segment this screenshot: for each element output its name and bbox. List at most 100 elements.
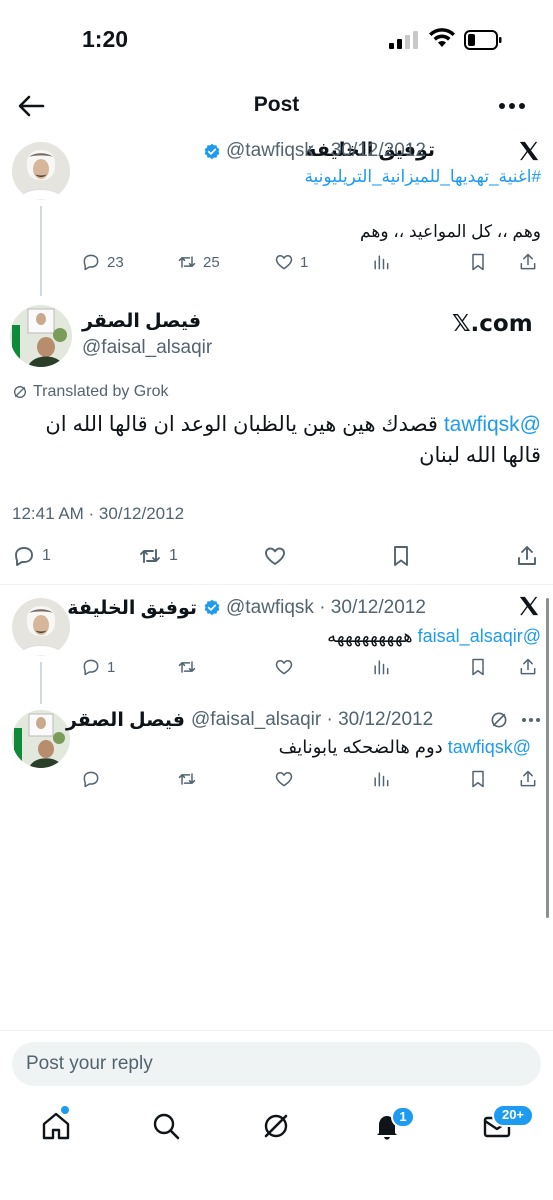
like-button[interactable]: [274, 657, 294, 677]
reply-icon: [15, 547, 33, 566]
retweet-count: 25: [203, 253, 220, 271]
grok-icon: [14, 386, 26, 398]
battery-icon: [464, 30, 502, 50]
hashtag-link[interactable]: #اغنية_تهديها_للميزانية_التريليونية: [304, 167, 541, 187]
wifi-icon: [429, 28, 455, 47]
reply-button[interactable]: 1: [12, 544, 51, 568]
share-icon: [518, 546, 536, 565]
reply-icon: [83, 254, 99, 271]
thread-line: [40, 662, 42, 704]
analytics-icon: [374, 772, 389, 787]
reply-count: 1: [42, 547, 51, 564]
bookmark-button[interactable]: [468, 252, 488, 272]
grok-icon[interactable]: [489, 710, 509, 730]
heart-icon: [265, 547, 285, 565]
notifications-badge: 1: [391, 1106, 415, 1128]
reply-button[interactable]: 23: [81, 252, 124, 272]
author-handle[interactable]: @faisal_alsaqir: [191, 709, 321, 730]
tweet-text: وهم ،، كل المواعيد ،، وهم: [360, 222, 541, 241]
share-icon: [520, 658, 536, 675]
bookmark-button[interactable]: [389, 544, 413, 568]
bookmark-icon: [472, 253, 484, 271]
translated-label: Translated by Grok: [33, 383, 169, 400]
more-options-icon[interactable]: [520, 713, 542, 727]
author-handle[interactable]: @tawfiqsk: [226, 597, 314, 618]
avatar[interactable]: [12, 710, 70, 768]
divider: [0, 584, 553, 585]
x-logo-icon: [519, 596, 539, 616]
like-button[interactable]: [274, 769, 294, 789]
author-name[interactable]: فيصل الصقر: [66, 709, 185, 732]
share-button[interactable]: [518, 769, 538, 789]
reply-count: 23: [107, 253, 124, 271]
like-button[interactable]: 1: [274, 252, 308, 272]
tweet-date: · 30/12/2012: [319, 597, 426, 618]
share-button[interactable]: [518, 657, 538, 677]
grok-icon[interactable]: [260, 1110, 292, 1142]
share-icon: [520, 770, 536, 787]
avatar[interactable]: [12, 598, 70, 656]
retweet-icon: [178, 773, 196, 785]
bookmark-icon: [472, 770, 484, 788]
translated-by-grok[interactable]: Translated by Grok: [12, 383, 168, 401]
cellular-signal-icon: [389, 31, 418, 49]
verified-badge-icon: [204, 599, 220, 616]
retweet-button[interactable]: 25: [177, 252, 220, 272]
tweet-text: @faisal_alsaqir هههههههههه: [327, 626, 541, 647]
scrollbar[interactable]: [546, 598, 549, 918]
x-logo-icon: [519, 141, 539, 161]
author-handle-date: @tawfiqsk · 30/12/2012: [226, 140, 426, 162]
share-icon: [520, 253, 536, 270]
author-name[interactable]: توفيق الخليفة: [67, 597, 197, 620]
mention-link[interactable]: @tawfiqsk: [444, 413, 541, 436]
author-handle[interactable]: @tawfiqsk: [226, 140, 314, 161]
reply-button[interactable]: [81, 769, 101, 789]
avatar[interactable]: [12, 142, 70, 200]
verified-badge-icon: [204, 143, 220, 160]
share-button[interactable]: [515, 544, 539, 568]
reply-icon: [83, 771, 99, 788]
retweet-icon: [178, 256, 196, 268]
tweet-body: هههههههههه: [327, 626, 413, 646]
retweet-button[interactable]: [177, 769, 197, 789]
retweet-button[interactable]: [177, 657, 197, 677]
views-button[interactable]: [371, 252, 391, 272]
search-icon[interactable]: [150, 1110, 182, 1142]
thread-line: [40, 206, 42, 296]
home-icon[interactable]: [40, 1110, 72, 1142]
reply-button[interactable]: 1: [81, 657, 115, 677]
reply-count: 1: [107, 658, 116, 676]
tweet-date: · 30/12/2012: [326, 709, 434, 730]
analytics-icon: [374, 660, 389, 675]
retweet-button[interactable]: 1: [137, 544, 178, 568]
analytics-icon: [374, 255, 389, 270]
author-handle-date: @faisal_alsaqir · 30/12/2012: [191, 709, 433, 731]
divider: [0, 1030, 553, 1031]
mention-link[interactable]: @faisal_alsaqir: [418, 626, 541, 646]
tweet-date: · 30/12/2012: [319, 140, 426, 161]
bookmark-icon: [472, 658, 484, 676]
messages-badge: 20+: [492, 1104, 534, 1127]
mention-link[interactable]: @tawfiqsk: [448, 737, 531, 757]
bookmark-button[interactable]: [468, 657, 488, 677]
author-name[interactable]: فيصل الصقر: [82, 310, 201, 333]
heart-icon: [275, 255, 293, 270]
author-handle[interactable]: @faisal_alsaqir: [82, 337, 212, 359]
share-button[interactable]: [518, 252, 538, 272]
source-badge: 𝕏.com: [452, 311, 533, 337]
bookmark-button[interactable]: [468, 769, 488, 789]
retweet-count: 1: [169, 547, 178, 564]
heart-icon: [275, 660, 293, 675]
tweet-text: @tawfiqsk قصدك هين هين يالظبان الوعد ان …: [12, 409, 541, 471]
home-unread-dot: [61, 1106, 69, 1114]
views-button[interactable]: [371, 657, 391, 677]
tweet-body: دوم هالضحكه يابونايف: [278, 737, 443, 757]
views-button[interactable]: [371, 769, 391, 789]
tweet-text: @tawfiqsk دوم هالضحكه يابونايف: [279, 737, 531, 758]
more-options-icon[interactable]: [497, 96, 527, 116]
avatar[interactable]: [10, 305, 72, 367]
tweet-timestamp: 12:41 AM · 30/12/2012: [12, 504, 185, 523]
reply-icon: [83, 659, 99, 676]
like-button[interactable]: [262, 544, 288, 568]
status-time: 1:20: [82, 26, 129, 52]
